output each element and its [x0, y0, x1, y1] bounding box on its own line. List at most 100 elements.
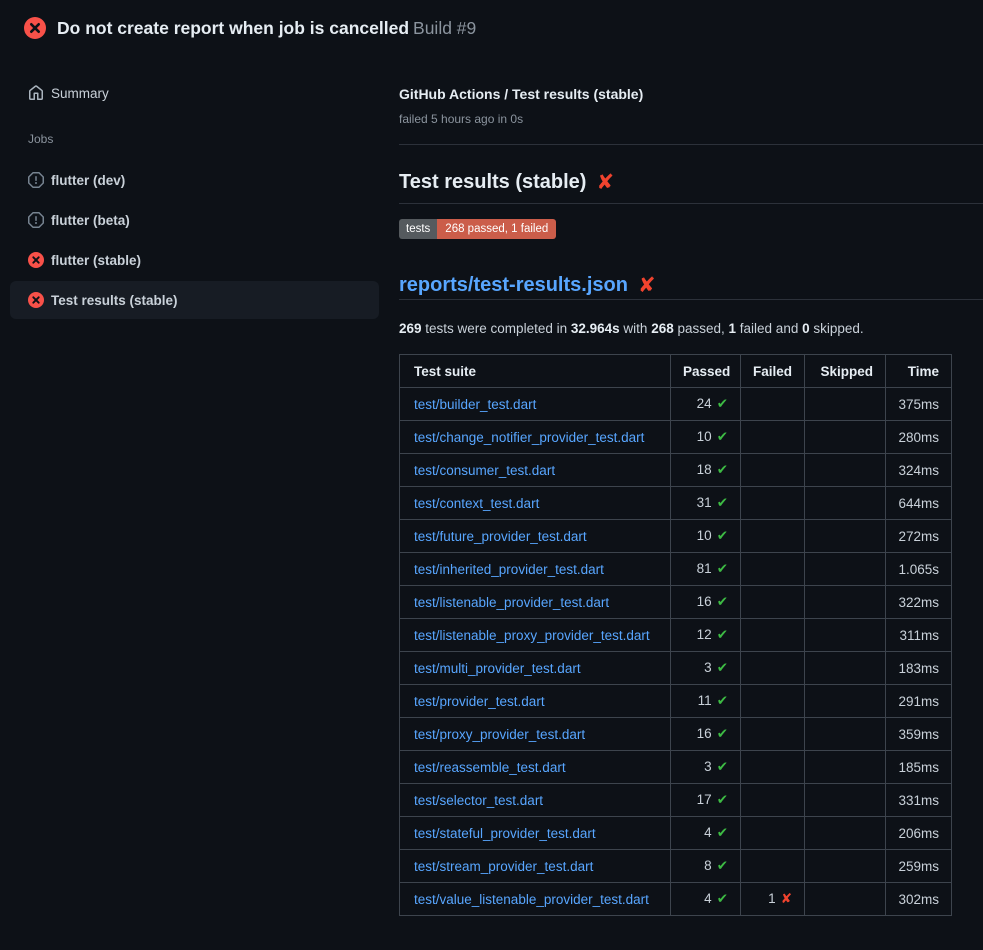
failed-cell: [741, 388, 805, 421]
failed-cell: [741, 619, 805, 652]
check-icon: ✔: [717, 825, 728, 841]
summary-line: 269 tests were completed in 32.964s with…: [399, 320, 983, 337]
suite-link[interactable]: test/listenable_provider_test.dart: [414, 595, 609, 610]
time-cell: 322ms: [886, 586, 952, 619]
divider: [399, 203, 983, 204]
suite-link[interactable]: test/stateful_provider_test.dart: [414, 826, 596, 841]
failed-cell: [741, 817, 805, 850]
check-icon: ✔: [717, 594, 728, 610]
table-row: test/listenable_provider_test.dart 16✔ 3…: [400, 586, 952, 619]
time-cell: 331ms: [886, 784, 952, 817]
suite-link[interactable]: test/context_test.dart: [414, 496, 539, 511]
summary-segment: 1: [729, 321, 737, 336]
passed-cell: 18✔: [671, 454, 741, 487]
suite-link[interactable]: test/future_provider_test.dart: [414, 529, 587, 544]
suite-link[interactable]: test/inherited_provider_test.dart: [414, 562, 604, 577]
passed-cell: 4✔: [671, 883, 741, 916]
cancelled-stop-icon: [28, 172, 44, 188]
time-cell: 1.065s: [886, 553, 952, 586]
sidebar-item-flutter-dev[interactable]: flutter (dev): [10, 161, 379, 199]
check-icon: ✔: [717, 858, 728, 874]
sidebar-item-label: flutter (stable): [51, 253, 141, 268]
passed-cell: 16✔: [671, 586, 741, 619]
suite-link[interactable]: test/consumer_test.dart: [414, 463, 555, 478]
time-cell: 291ms: [886, 685, 952, 718]
summary-segment: tests were completed in: [422, 321, 571, 336]
suite-link[interactable]: test/change_notifier_provider_test.dart: [414, 430, 644, 445]
suite-link[interactable]: test/proxy_provider_test.dart: [414, 727, 585, 742]
cross-icon: ✘: [781, 891, 792, 907]
failed-cell: [741, 718, 805, 751]
check-icon: ✔: [717, 693, 728, 709]
table-row: test/proxy_provider_test.dart 16✔ 359ms: [400, 718, 952, 751]
summary-segment: 32.964s: [571, 321, 620, 336]
skipped-cell: [805, 784, 886, 817]
skipped-cell: [805, 685, 886, 718]
passed-cell: 10✔: [671, 421, 741, 454]
suite-link[interactable]: test/selector_test.dart: [414, 793, 543, 808]
time-cell: 311ms: [886, 619, 952, 652]
failed-cell: [741, 751, 805, 784]
skipped-cell: [805, 718, 886, 751]
suite-link[interactable]: test/stream_provider_test.dart: [414, 859, 593, 874]
page-title: Do not create report when job is cancell…: [57, 18, 476, 39]
sidebar-item-label: Summary: [51, 86, 109, 101]
time-cell: 185ms: [886, 751, 952, 784]
summary-segment: 269: [399, 321, 422, 336]
skipped-cell: [805, 421, 886, 454]
passed-cell: 8✔: [671, 850, 741, 883]
sidebar-item-label: Test results (stable): [51, 293, 178, 308]
table-row: test/stream_provider_test.dart 8✔ 259ms: [400, 850, 952, 883]
skipped-cell: [805, 883, 886, 916]
check-icon: ✔: [717, 495, 728, 511]
time-cell: 259ms: [886, 850, 952, 883]
failed-cell: [741, 586, 805, 619]
suite-link[interactable]: test/multi_provider_test.dart: [414, 661, 581, 676]
report-title-link[interactable]: reports/test-results.json: [399, 271, 628, 299]
check-icon: ✔: [717, 759, 728, 775]
home-icon: [28, 85, 44, 101]
suite-link[interactable]: test/reassemble_test.dart: [414, 760, 566, 775]
sidebar-item-summary[interactable]: Summary: [10, 77, 379, 109]
passed-cell: 11✔: [671, 685, 741, 718]
skipped-cell: [805, 388, 886, 421]
tests-badge: tests268 passed, 1 failed: [399, 219, 556, 239]
badge-value: 268 passed, 1 failed: [437, 219, 556, 239]
skipped-cell: [805, 454, 886, 487]
sidebar: Summary Jobs flutter (dev) flutter (beta…: [0, 40, 399, 321]
suite-link[interactable]: test/listenable_proxy_provider_test.dart: [414, 628, 650, 643]
passed-cell: 17✔: [671, 784, 741, 817]
suite-link[interactable]: test/value_listenable_provider_test.dart: [414, 892, 649, 907]
failed-cell: [741, 520, 805, 553]
col-header-test-suite: Test suite: [400, 355, 671, 388]
col-header-failed: Failed: [741, 355, 805, 388]
passed-cell: 81✔: [671, 553, 741, 586]
jobs-section-label: Jobs: [10, 132, 379, 150]
summary-segment: 0: [802, 321, 810, 336]
check-icon: ✔: [717, 726, 728, 742]
failed-cross-icon: ✘: [596, 172, 614, 193]
passed-cell: 12✔: [671, 619, 741, 652]
table-header-row: Test suite Passed Failed Skipped Time: [400, 355, 952, 388]
passed-cell: 31✔: [671, 487, 741, 520]
sidebar-item-test-results-stable[interactable]: Test results (stable): [10, 281, 379, 319]
section-title-text: Test results (stable): [399, 168, 586, 196]
cancelled-stop-icon: [28, 212, 44, 228]
time-cell: 324ms: [886, 454, 952, 487]
table-row: test/future_provider_test.dart 10✔ 272ms: [400, 520, 952, 553]
time-cell: 359ms: [886, 718, 952, 751]
suite-link[interactable]: test/provider_test.dart: [414, 694, 545, 709]
suite-link[interactable]: test/builder_test.dart: [414, 397, 536, 412]
check-icon: ✔: [717, 396, 728, 412]
sidebar-item-flutter-stable[interactable]: flutter (stable): [10, 241, 379, 279]
skipped-cell: [805, 751, 886, 784]
summary-segment: skipped.: [810, 321, 864, 336]
time-cell: 302ms: [886, 883, 952, 916]
time-cell: 272ms: [886, 520, 952, 553]
section-title: Test results (stable) ✘: [399, 168, 983, 196]
table-row: test/stateful_provider_test.dart 4✔ 206m…: [400, 817, 952, 850]
divider: [399, 144, 983, 145]
check-icon: ✔: [717, 561, 728, 577]
sidebar-item-flutter-beta[interactable]: flutter (beta): [10, 201, 379, 239]
skipped-cell: [805, 553, 886, 586]
